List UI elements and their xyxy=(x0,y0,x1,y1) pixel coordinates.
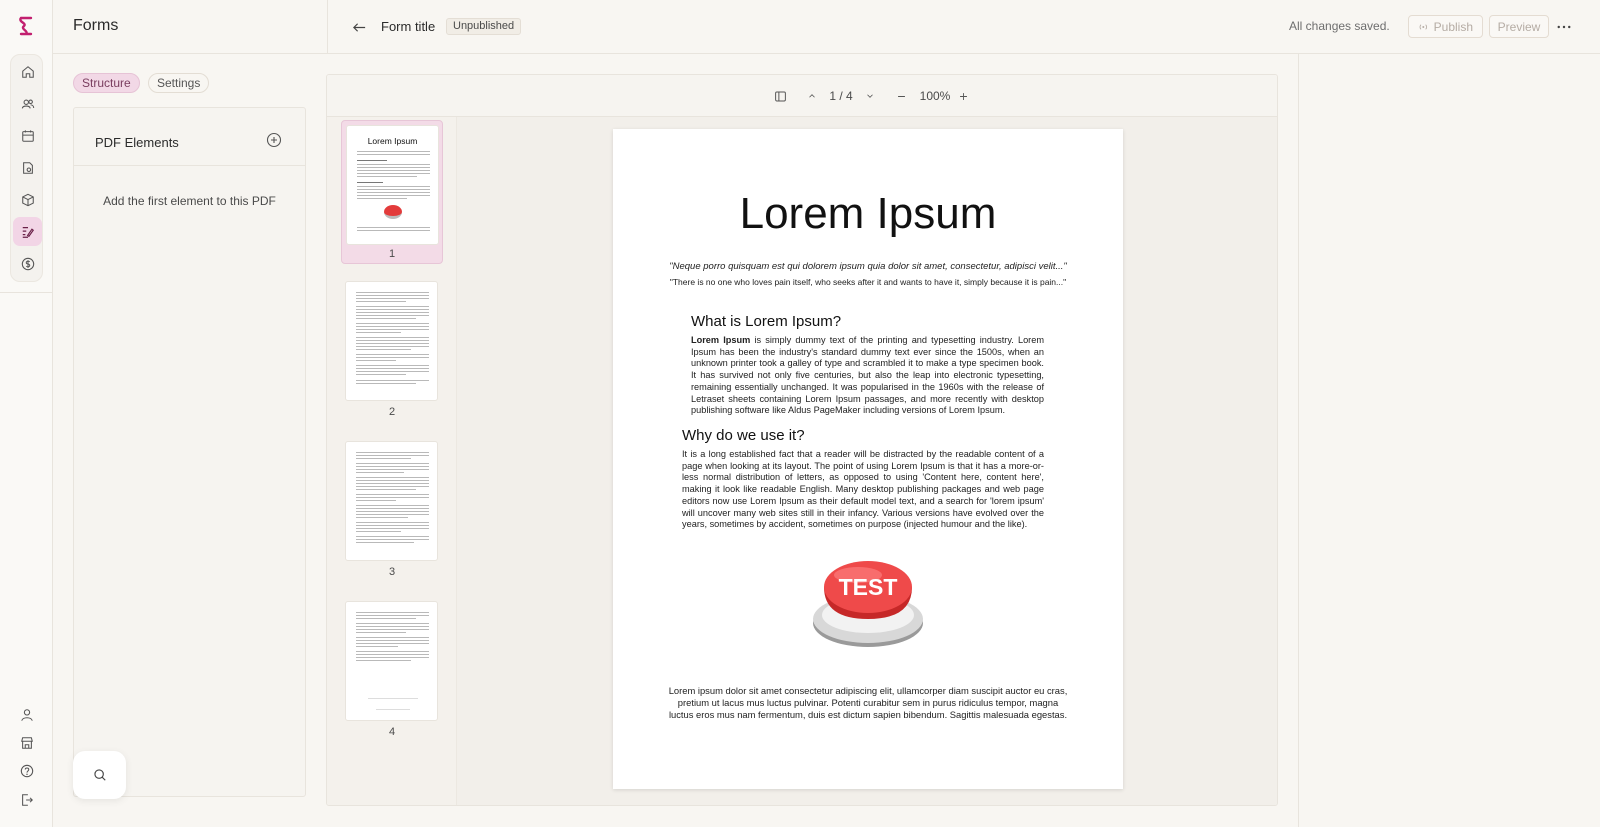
panel-title: PDF Elements xyxy=(95,135,179,150)
preview-button[interactable]: Preview xyxy=(1489,15,1549,38)
store-icon[interactable] xyxy=(11,729,42,757)
thumbnail-preview xyxy=(345,281,438,401)
header-divider xyxy=(327,0,328,54)
test-button-label: TEST xyxy=(839,574,898,600)
logout-icon[interactable] xyxy=(11,786,42,814)
thumbnail-number: 3 xyxy=(388,566,396,578)
page-thumbnail[interactable]: Lorem Ipsum 1 xyxy=(341,120,443,264)
broadcast-icon xyxy=(1419,23,1428,30)
pdf-paragraph-text: is simply dummy text of the printing and… xyxy=(691,335,1045,416)
zoom-out-icon[interactable] xyxy=(893,87,909,105)
page-thumbnail[interactable]: 3 xyxy=(341,437,443,581)
publish-button[interactable]: Publish xyxy=(1408,15,1483,38)
zoom-in-icon[interactable] xyxy=(955,87,971,105)
rail-divider xyxy=(0,292,53,293)
publish-label: Publish xyxy=(1433,19,1473,34)
pdf-heading: What is Lorem Ipsum? xyxy=(691,313,842,330)
pdf-paragraph: Lorem Ipsum is simply dummy text of the … xyxy=(691,335,1044,417)
help-icon[interactable] xyxy=(11,757,42,785)
dollar-icon[interactable] xyxy=(13,249,42,278)
thumbnail-test-icon xyxy=(384,205,402,219)
empty-state-message: Add the first element to this PDF xyxy=(103,194,276,208)
thumbnail-sidebar: Lorem Ipsum 1 2 3 4 xyxy=(327,117,457,805)
tab-structure[interactable]: Structure xyxy=(73,73,140,93)
pdf-bold-term: Lorem Ipsum xyxy=(691,335,751,345)
pdf-quote: "Neque porro quisquam est qui dolorem ip… xyxy=(669,261,1067,272)
back-arrow-icon[interactable] xyxy=(349,17,369,37)
pdf-viewer: 1 / 4 100% Lorem Ipsum 1 2 3 4 Lorem Ips… xyxy=(326,74,1278,806)
thumbnail-title: Lorem Ipsum xyxy=(367,136,418,146)
pdf-paragraph: It is a long established fact that a rea… xyxy=(682,449,1044,530)
panel-header: PDF Elements xyxy=(74,108,305,166)
thumbnail-preview xyxy=(345,601,438,721)
file-settings-icon[interactable] xyxy=(13,153,42,182)
section-title: Forms xyxy=(73,17,119,34)
zoom-level: 100% xyxy=(919,89,951,103)
sidebar-toggle-icon[interactable] xyxy=(771,87,789,105)
search-button[interactable] xyxy=(73,751,126,799)
status-badge: Unpublished xyxy=(446,18,522,35)
top-header: Forms Form title Unpublished All changes… xyxy=(53,0,1600,54)
home-icon[interactable] xyxy=(13,57,42,86)
thumbnail-number: 2 xyxy=(388,406,396,418)
next-page-icon[interactable] xyxy=(863,87,877,105)
thumbnail-number: 4 xyxy=(388,726,396,738)
viewer-toolbar: 1 / 4 100% xyxy=(327,75,1277,117)
save-status: All changes saved. xyxy=(1289,19,1390,33)
rail-nav-group xyxy=(10,54,43,282)
page-thumbnail[interactable]: 4 xyxy=(341,597,443,741)
pdf-title: Lorem Ipsum xyxy=(739,189,997,238)
more-options-icon[interactable] xyxy=(1553,17,1575,37)
tab-settings[interactable]: Settings xyxy=(148,73,210,93)
thumbnail-preview xyxy=(345,441,438,561)
test-button-image: TEST xyxy=(808,553,928,653)
prev-page-icon[interactable] xyxy=(805,87,819,105)
app-rail xyxy=(0,0,53,827)
search-icon xyxy=(93,769,106,781)
calendar-icon[interactable] xyxy=(13,121,42,150)
user-icon[interactable] xyxy=(11,701,42,729)
properties-panel xyxy=(1298,54,1600,827)
brand-logo-icon[interactable] xyxy=(15,14,37,38)
pdf-paragraph: Lorem ipsum dolor sit amet consectetur a… xyxy=(668,685,1068,720)
page-thumbnail[interactable]: 2 xyxy=(341,277,443,421)
pdf-quote: "There is no one who loves pain itself, … xyxy=(669,277,1067,287)
thumbnail-preview: Lorem Ipsum xyxy=(346,125,439,245)
page-indicator: 1 / 4 xyxy=(829,89,853,103)
add-element-icon[interactable] xyxy=(266,132,282,148)
form-edit-icon[interactable] xyxy=(13,217,42,246)
pdf-heading: Why do we use it? xyxy=(682,427,805,444)
package-icon[interactable] xyxy=(13,185,42,214)
form-title[interactable]: Form title xyxy=(381,19,435,34)
users-icon[interactable] xyxy=(13,89,42,118)
pdf-page: Lorem Ipsum "Neque porro quisquam est qu… xyxy=(613,129,1123,789)
thumbnail-number: 1 xyxy=(388,248,396,260)
pdf-elements-panel: PDF Elements Add the first element to th… xyxy=(73,107,306,797)
document-canvas: Lorem Ipsum "Neque porro quisquam est qu… xyxy=(457,117,1277,805)
